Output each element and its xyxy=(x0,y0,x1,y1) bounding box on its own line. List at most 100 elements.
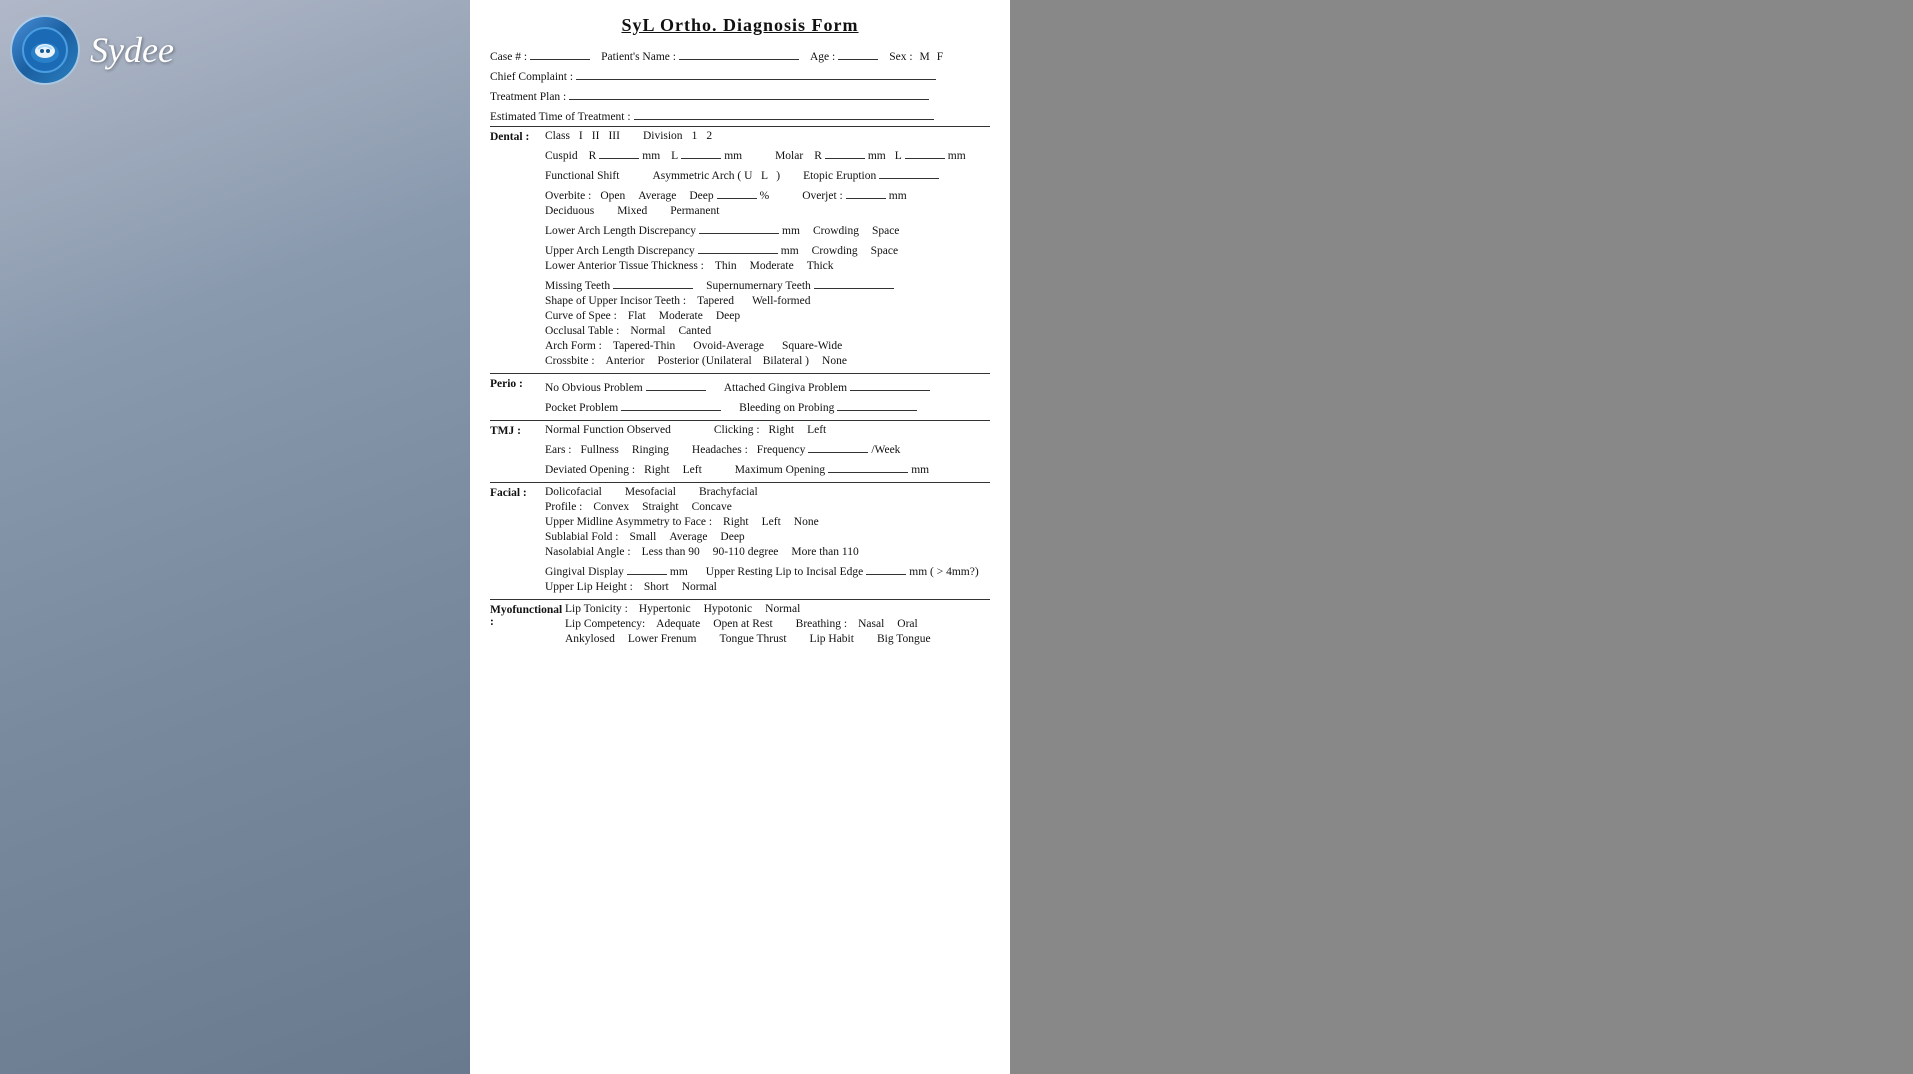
profile-straight: Straight xyxy=(642,501,678,513)
shape-row: Shape of Upper Incisor Teeth : Tapered W… xyxy=(545,295,990,307)
estimated-field[interactable] xyxy=(634,106,934,120)
ears-label: Ears : xyxy=(545,444,572,456)
age-label: Age : xyxy=(810,51,835,63)
gingival-mm: mm xyxy=(670,566,688,578)
ankylosed-label: Ankylosed xyxy=(565,633,615,645)
overjet-mm: mm xyxy=(889,190,907,202)
dev-left: Left xyxy=(683,464,702,476)
chief-label: Chief Complaint : xyxy=(490,71,573,83)
upper-resting-mm: mm ( > 4mm?) xyxy=(909,566,978,578)
occlusal-label: Occlusal Table : xyxy=(545,325,619,337)
patient-field[interactable] xyxy=(679,46,799,60)
cuspid-r: R xyxy=(589,150,597,162)
cb-anterior: Anterior xyxy=(606,355,645,367)
chief-field[interactable] xyxy=(576,66,936,80)
molar-r-field[interactable] xyxy=(825,145,865,159)
estimated-label: Estimated Time of Treatment : xyxy=(490,111,631,123)
cuspid-label: Cuspid xyxy=(545,150,578,162)
midline-label: Upper Midline Asymmetry to Face : xyxy=(545,516,712,528)
gingival-field[interactable] xyxy=(627,561,667,575)
lower-arch-label: Lower Arch Length Discrepancy xyxy=(545,225,696,237)
overbite-open: Open xyxy=(600,190,625,202)
curve-label: Curve of Spee : xyxy=(545,310,617,322)
facial-label: Facial : xyxy=(490,486,545,499)
br-oral: Oral xyxy=(897,618,917,630)
no-obvious-label: No Obvious Problem xyxy=(545,382,643,394)
lt-normal: Normal xyxy=(765,603,800,615)
mm2: mm xyxy=(724,150,742,162)
midline-left: Left xyxy=(762,516,781,528)
chief-complaint-row: Chief Complaint : xyxy=(490,66,990,83)
deviated-label: Deviated Opening : xyxy=(545,464,635,476)
arch-form-row: Arch Form : Tapered-Thin Ovoid-Average S… xyxy=(545,340,990,352)
myofunctional-content: Lip Tonicity : Hypertonic Hypotonic Norm… xyxy=(565,603,990,648)
dental-section: Dental : Class I II III Division 1 2 Cus… xyxy=(490,130,990,370)
tissue-thick: Thick xyxy=(807,260,834,272)
missing-teeth-row: Missing Teeth Supernumernary Teeth xyxy=(545,275,990,292)
attached-field[interactable] xyxy=(850,377,930,391)
midline-right: Right xyxy=(723,516,749,528)
midline-row: Upper Midline Asymmetry to Face : Right … xyxy=(545,516,990,528)
ankylosed-row: Ankylosed Lower Frenum Tongue Thrust Lip… xyxy=(565,633,990,645)
class-ii: II xyxy=(592,130,600,142)
arch-tapered: Tapered-Thin xyxy=(613,340,675,352)
molar-l-field[interactable] xyxy=(905,145,945,159)
profile-convex: Convex xyxy=(593,501,629,513)
bleeding-field[interactable] xyxy=(837,397,917,411)
logo-area: Sydee xyxy=(10,15,174,85)
upper-resting-label: Upper Resting Lip to Incisal Edge xyxy=(706,566,863,578)
molar-r: R xyxy=(814,150,822,162)
myofunctional-label: Myofunctional : xyxy=(490,603,565,628)
upper-arch-label: Upper Arch Length Discrepancy xyxy=(545,245,695,257)
cuspid-r-field[interactable] xyxy=(599,145,639,159)
frequency-field[interactable] xyxy=(808,439,868,453)
max-opening-field[interactable] xyxy=(828,459,908,473)
clicking-left: Left xyxy=(807,424,826,436)
etopic-field[interactable] xyxy=(879,165,939,179)
facial-type-row: Dolicofacial Mesofacial Brachyfacial xyxy=(545,486,990,498)
lt-hypertonic: Hypertonic xyxy=(639,603,691,615)
facial-content: Dolicofacial Mesofacial Brachyfacial Pro… xyxy=(545,486,990,596)
week-label: /Week xyxy=(871,444,900,456)
dev-right: Right xyxy=(644,464,670,476)
functional-shift-label: Functional Shift xyxy=(545,170,619,182)
profile-row: Profile : Convex Straight Concave xyxy=(545,501,990,513)
profile-concave: Concave xyxy=(692,501,732,513)
lip-tonicity-label: Lip Tonicity : xyxy=(565,603,628,615)
right-gray-area xyxy=(1010,0,1913,1074)
supernumerary-field[interactable] xyxy=(814,275,894,289)
overbite-field[interactable] xyxy=(717,185,757,199)
mesofacial: Mesofacial xyxy=(625,486,676,498)
tongue-thrust-label: Tongue Thrust xyxy=(720,633,787,645)
missing-teeth-field[interactable] xyxy=(613,275,693,289)
perio-row2: Pocket Problem Bleeding on Probing xyxy=(545,397,990,414)
nasol-90-110: 90-110 degree xyxy=(713,546,779,558)
crossbite-row: Crossbite : Anterior Posterior (Unilater… xyxy=(545,355,990,367)
big-tongue-label: Big Tongue xyxy=(877,633,931,645)
midline-none: None xyxy=(794,516,819,528)
cuspid-l: L xyxy=(671,150,678,162)
pocket-field[interactable] xyxy=(621,397,721,411)
curve-flat: Flat xyxy=(628,310,646,322)
lower-arch-row: Lower Arch Length Discrepancy mm Crowdin… xyxy=(545,220,990,237)
curve-spee-row: Curve of Spee : Flat Moderate Deep xyxy=(545,310,990,322)
br-nasal: Nasal xyxy=(858,618,884,630)
case-field[interactable] xyxy=(530,46,590,60)
tmj-section: TMJ : Normal Function Observed Clicking … xyxy=(490,424,990,479)
dental-class-row: Class I II III Division 1 2 xyxy=(545,130,990,142)
mm1: mm xyxy=(642,150,660,162)
cuspid-l-field[interactable] xyxy=(681,145,721,159)
upper-arch-field[interactable] xyxy=(698,240,778,254)
sublabial-label: Sublabial Fold : xyxy=(545,531,618,543)
dental-content: Class I II III Division 1 2 Cuspid R mm … xyxy=(545,130,990,370)
max-opening-mm: mm xyxy=(911,464,929,476)
pocket-label: Pocket Problem xyxy=(545,402,618,414)
missing-teeth-label: Missing Teeth xyxy=(545,280,610,292)
deciduous: Deciduous xyxy=(545,205,594,217)
age-field[interactable] xyxy=(838,46,878,60)
no-obvious-field[interactable] xyxy=(646,377,706,391)
lower-arch-field[interactable] xyxy=(699,220,779,234)
treatment-field[interactable] xyxy=(569,86,929,100)
overjet-field[interactable] xyxy=(846,185,886,199)
upper-resting-field[interactable] xyxy=(866,561,906,575)
